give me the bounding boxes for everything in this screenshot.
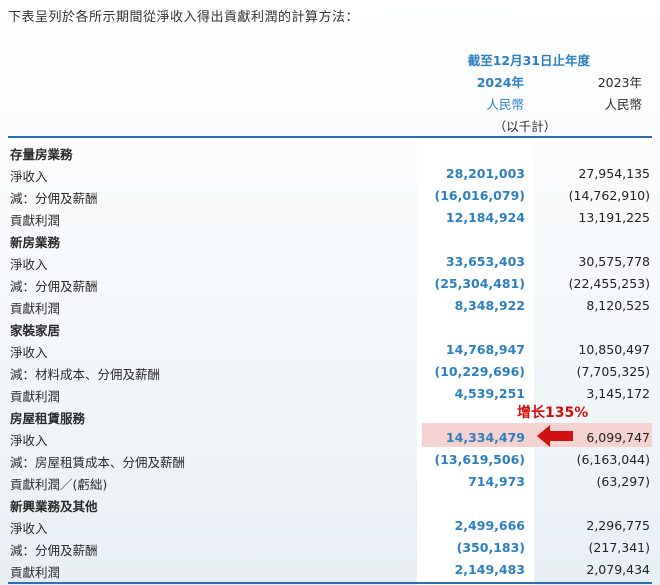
table-row: 淨收入 14,768,947 10,850,497: [0, 339, 660, 361]
section-label: 新房業務: [10, 235, 61, 250]
value-2024: (13,619,506): [434, 452, 525, 467]
value-2023: 27,954,135: [578, 166, 650, 181]
value-2024: 8,348,922: [454, 298, 525, 313]
value-2023: (63,297): [596, 474, 651, 489]
section-header-row: 房屋租賃服務: [0, 405, 660, 427]
table-row: 減：分佣及薪酬 (16,016,079) (14,762,910): [0, 185, 660, 207]
unit-heading: （以千計）: [493, 119, 557, 134]
value-2024: 12,184,924: [445, 210, 525, 225]
value-2023: (6,163,044): [576, 452, 650, 467]
value-2024: (25,304,481): [434, 276, 525, 291]
value-2023: 13,191,225: [578, 210, 650, 225]
section-label: 房屋租賃服務: [10, 411, 86, 426]
value-2024: (350,183): [456, 540, 525, 555]
section-label: 家裝家居: [10, 323, 61, 338]
value-2024: (16,016,079): [434, 188, 525, 203]
value-2024: 33,653,403: [445, 254, 525, 269]
row-label: 減：分佣及薪酬: [10, 191, 98, 206]
table-row: 減：材料成本、分佣及薪酬 (10,229,696) (7,705,325): [0, 361, 660, 383]
row-label: 淨收入: [10, 521, 48, 536]
year-2023-heading: 2023年: [597, 75, 642, 90]
currency-2024-heading: 人民幣: [486, 97, 524, 112]
table-row: 淨收入 2,499,666 2,296,775: [0, 515, 660, 537]
value-2023: 8,120,525: [586, 298, 650, 313]
value-2023: (7,705,325): [576, 364, 650, 379]
table-row: 貢獻利潤 12,184,924 13,191,225: [0, 207, 660, 229]
row-label: 貢獻利潤: [10, 301, 61, 316]
row-label: 減：分佣及薪酬: [10, 279, 98, 294]
value-2024: 2,499,666: [454, 518, 525, 533]
value-2024: (10,229,696): [434, 364, 525, 379]
value-2023: 30,575,778: [578, 254, 650, 269]
table-row: 淨收入 28,201,003 27,954,135: [0, 163, 660, 185]
row-label: 淨收入: [10, 257, 48, 272]
value-2023: 2,079,434: [586, 562, 650, 577]
row-label: 貢獻利潤: [10, 565, 61, 580]
table-row: 淨收入 33,653,403 30,575,778: [0, 251, 660, 273]
section-header-row: 家裝家居: [0, 317, 660, 339]
row-label: 貢獻利潤／(虧絀): [10, 477, 108, 492]
row-label: 貢獻利潤: [10, 389, 61, 404]
value-2023: 10,850,497: [578, 342, 650, 357]
value-2024: 14,768,947: [445, 342, 525, 357]
row-label: 減：分佣及薪酬: [10, 543, 98, 558]
row-label: 減：房屋租賃成本、分佣及薪酬: [10, 455, 186, 470]
period-heading: 截至12月31日止年度: [467, 53, 590, 68]
row-label: 淨收入: [10, 169, 48, 184]
section-header-row: 存量房業務: [0, 141, 660, 163]
value-2023: 2,296,775: [586, 518, 650, 533]
table-row: 貢獻利潤 8,348,922 8,120,525: [0, 295, 660, 317]
table-row: 貢獻利潤／(虧絀) 714,973 (63,297): [0, 471, 660, 493]
section-label: 存量房業務: [10, 147, 73, 162]
section-header-row: 新房業務: [0, 229, 660, 251]
row-label: 貢獻利潤: [10, 213, 61, 228]
table-row: 貢獻利潤 2,149,483 2,079,434: [0, 559, 660, 581]
value-2023: (14,762,910): [568, 188, 650, 203]
header-divider: [8, 136, 652, 138]
section-header-row: 新興業務及其他: [0, 493, 660, 515]
value-2023: (22,455,253): [568, 276, 650, 291]
table-row: 減：房屋租賃成本、分佣及薪酬 (13,619,506) (6,163,044): [0, 449, 660, 471]
row-label: 減：材料成本、分佣及薪酬: [10, 367, 161, 382]
table-row: 淨收入 14,334,479 6,099,747: [0, 427, 660, 449]
value-2024: 2,149,483: [454, 562, 525, 577]
value-2024: 4,539,251: [454, 386, 525, 401]
row-label: 淨收入: [10, 345, 48, 360]
section-label: 新興業務及其他: [10, 499, 98, 514]
value-2023: 6,099,747: [586, 430, 650, 445]
value-2023: 3,145,172: [586, 386, 650, 401]
bottom-divider: [8, 582, 652, 584]
value-2024: 714,973: [468, 474, 525, 489]
table-row: 貢獻利潤 4,539,251 3,145,172: [0, 383, 660, 405]
table-row: 減：分佣及薪酬 (350,183) (217,341): [0, 537, 660, 559]
row-label: 淨收入: [10, 433, 48, 448]
intro-text: 下表呈列於各所示期間從淨收入得出貢獻利潤的計算方法：: [8, 10, 360, 25]
currency-2023-heading: 人民幣: [604, 97, 642, 112]
year-2024-heading: 2024年: [476, 75, 524, 90]
value-2024: 28,201,003: [445, 166, 525, 181]
value-2023: (217,341): [588, 540, 650, 555]
table-row: 減：分佣及薪酬 (25,304,481) (22,455,253): [0, 273, 660, 295]
value-2024: 14,334,479: [445, 430, 525, 445]
